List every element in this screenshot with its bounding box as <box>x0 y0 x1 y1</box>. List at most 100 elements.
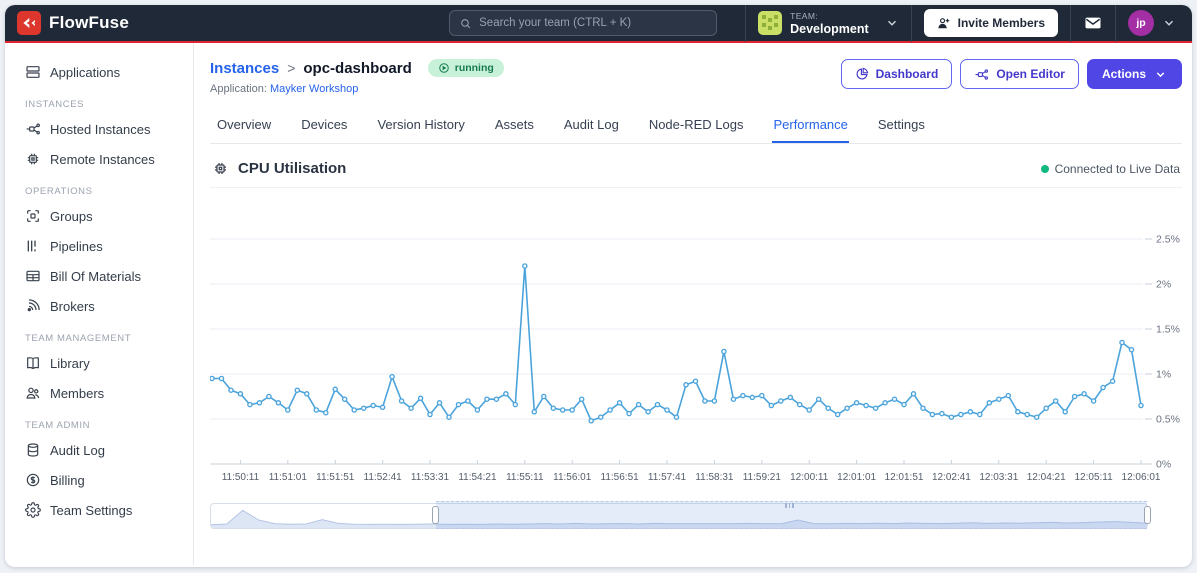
sidebar-item-label: Hosted Instances <box>50 121 151 137</box>
svg-text:12:00:11: 12:00:11 <box>790 472 829 483</box>
team-avatar <box>758 11 783 35</box>
notifications-section <box>1070 5 1115 42</box>
user-avatar[interactable]: jp <box>1128 10 1154 36</box>
sidebar-item-label: Groups <box>50 208 93 224</box>
dashboard-button[interactable]: Dashboard <box>840 59 953 89</box>
tab-audit-log[interactable]: Audit Log <box>563 111 620 143</box>
tab-version-history[interactable]: Version History <box>376 111 465 143</box>
sidebar-item-label: Library <box>50 355 90 371</box>
sidebar-item-label: Audit Log <box>50 442 105 458</box>
team-switcher[interactable]: TEAM: Development <box>745 5 911 42</box>
svg-text:11:53:31: 11:53:31 <box>411 472 450 483</box>
sidebar-item-label: Team Settings <box>50 502 133 518</box>
cpu-chip-icon <box>212 160 229 177</box>
tab-devices[interactable]: Devices <box>300 111 348 143</box>
brush-right-handle[interactable] <box>1143 506 1151 524</box>
remote-instances-icon <box>25 151 41 167</box>
sidebar-item-hosted-instances[interactable]: Hosted Instances <box>5 114 193 144</box>
sidebar-section-instances: INSTANCES <box>25 99 85 110</box>
brush-selection[interactable] <box>431 501 1151 529</box>
sidebar-item-bill-of-materials[interactable]: Bill Of Materials <box>5 261 193 291</box>
team-chevron-down-icon <box>885 16 899 30</box>
svg-text:12:01:01: 12:01:01 <box>837 472 876 483</box>
actions-button[interactable]: Actions <box>1086 59 1182 89</box>
instance-name: opc-dashboard <box>303 59 412 77</box>
svg-text:12:02:41: 12:02:41 <box>932 472 971 483</box>
svg-text:11:59:21: 11:59:21 <box>743 472 782 483</box>
sidebar-item-library[interactable]: Library <box>5 348 193 378</box>
user-menu[interactable]: jp <box>1115 5 1178 42</box>
top-navbar: FlowFuse TEAM: Development <box>5 5 1192 43</box>
sidebar-item-team-settings[interactable]: Team Settings <box>5 495 193 525</box>
application-line: Application: Mayker Workshop <box>210 83 504 95</box>
pipelines-icon <box>25 238 41 254</box>
sidebar-item-remote-instances[interactable]: Remote Instances <box>5 144 193 174</box>
search-icon <box>459 17 472 30</box>
sidebar-item-members[interactable]: Members <box>5 378 193 408</box>
svg-text:0%: 0% <box>1156 459 1171 471</box>
sidebar-section-team-admin: TEAM ADMIN <box>25 420 91 431</box>
svg-text:2%: 2% <box>1156 279 1171 291</box>
search-input[interactable] <box>479 17 708 29</box>
sidebar: Applications INSTANCES Hosted Instances … <box>5 43 194 565</box>
brand-name: FlowFuse <box>49 13 129 32</box>
mail-icon[interactable] <box>1083 13 1103 33</box>
sidebar-item-billing[interactable]: Billing <box>5 465 193 495</box>
chart-range-selector[interactable] <box>210 501 1151 529</box>
svg-text:11:51:01: 11:51:01 <box>269 472 308 483</box>
status-badge: running <box>427 59 504 77</box>
svg-text:11:56:51: 11:56:51 <box>601 472 640 483</box>
instance-tabs: Overview Devices Version History Assets … <box>210 111 1182 144</box>
app-window: FlowFuse TEAM: Development <box>5 5 1192 567</box>
svg-text:1%: 1% <box>1156 369 1171 381</box>
hosted-instances-icon <box>25 121 41 137</box>
library-icon <box>25 355 41 371</box>
actions-chevron-down-icon <box>1156 71 1165 77</box>
brush-left-handle[interactable] <box>431 506 439 524</box>
sidebar-item-applications[interactable]: Applications <box>5 57 193 87</box>
cpu-utilisation-chart: 2.5% 2% 1.5% 1% 0.5% 0% 11:50:11 11:51:01 11:51:… <box>209 234 1180 483</box>
team-search[interactable] <box>449 10 718 36</box>
bill-of-materials-icon <box>25 268 41 284</box>
brush-drag-grip[interactable] <box>785 503 794 508</box>
svg-text:11:50:11: 11:50:11 <box>222 472 260 483</box>
team-settings-icon <box>25 502 41 518</box>
tab-overview[interactable]: Overview <box>216 111 272 143</box>
sidebar-item-label: Brokers <box>50 298 95 314</box>
node-editor-icon <box>974 67 989 82</box>
svg-text:12:01:51: 12:01:51 <box>885 472 924 483</box>
flowfuse-logo[interactable]: FlowFuse <box>17 11 129 35</box>
pie-chart-icon <box>855 67 869 81</box>
svg-text:11:57:41: 11:57:41 <box>648 472 687 483</box>
chart-title: CPU Utilisation <box>212 160 346 177</box>
breadcrumb-instances-link[interactable]: Instances <box>210 60 279 77</box>
sidebar-item-label: Applications <box>50 64 121 80</box>
flowfuse-logo-icon <box>17 11 41 35</box>
svg-text:2.5%: 2.5% <box>1156 234 1180 246</box>
tab-performance[interactable]: Performance <box>772 111 849 143</box>
svg-text:11:54:21: 11:54:21 <box>458 472 497 483</box>
tab-node-red-logs[interactable]: Node-RED Logs <box>648 111 745 143</box>
dashboard-button-label: Dashboard <box>875 67 939 81</box>
sidebar-item-brokers[interactable]: Brokers <box>5 291 193 321</box>
sidebar-section-team-management: TEAM MANAGEMENT <box>25 333 132 344</box>
svg-text:12:04:21: 12:04:21 <box>1027 472 1066 483</box>
sidebar-item-groups[interactable]: Groups <box>5 201 193 231</box>
status-badge-label: running <box>454 62 494 74</box>
team-name: Development <box>790 21 869 36</box>
tab-assets[interactable]: Assets <box>494 111 535 143</box>
svg-text:0.5%: 0.5% <box>1156 414 1180 426</box>
open-editor-button-label: Open Editor <box>996 67 1065 81</box>
application-link[interactable]: Mayker Workshop <box>270 83 358 95</box>
sidebar-item-pipelines[interactable]: Pipelines <box>5 231 193 261</box>
invite-members-button[interactable]: Invite Members <box>923 9 1058 37</box>
tab-settings[interactable]: Settings <box>877 111 926 143</box>
groups-icon <box>25 208 41 224</box>
svg-text:12:06:01: 12:06:01 <box>1122 472 1161 483</box>
play-circle-icon <box>438 63 449 73</box>
open-editor-button[interactable]: Open Editor <box>960 59 1079 89</box>
sidebar-item-audit-log[interactable]: Audit Log <box>5 435 193 465</box>
sidebar-item-label: Pipelines <box>50 238 103 254</box>
breadcrumb: Instances > opc-dashboard running <box>210 59 504 77</box>
team-label: TEAM: <box>790 10 819 21</box>
